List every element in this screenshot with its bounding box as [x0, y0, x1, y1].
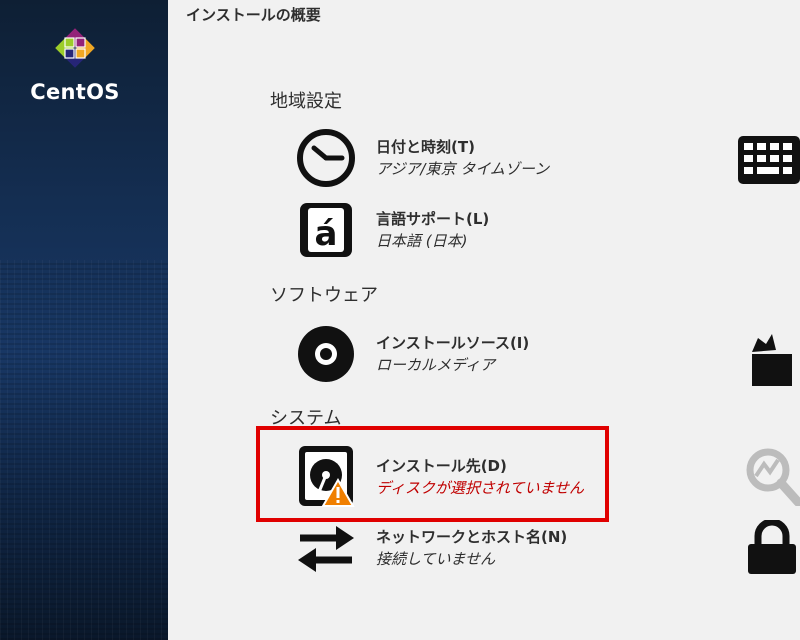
sidebar-background-pattern: [0, 260, 168, 640]
spoke-title: ネットワークとホスト名(N): [376, 528, 568, 546]
spoke-title: インストール先(D): [376, 457, 507, 475]
svg-text:á: á: [315, 214, 338, 254]
lock-icon[interactable]: [746, 518, 798, 580]
spoke-status: 日本語 (日本): [376, 232, 468, 250]
keyboard-icon[interactable]: [738, 136, 800, 190]
logo-text: CentOS: [30, 80, 120, 104]
network-arrows-icon: [292, 517, 360, 579]
hard-drive-icon: [292, 446, 360, 508]
sidebar: CentOS: [0, 0, 168, 640]
section-header-software: ソフトウェア: [270, 285, 378, 306]
disc-icon: [292, 323, 360, 385]
spoke-installation-source[interactable]: インストールソース(I) ローカルメディア: [292, 323, 612, 385]
spoke-language-support[interactable]: á 言語サポート(L) 日本語 (日本): [292, 199, 612, 261]
centos-logo: CentOS: [30, 24, 120, 104]
section-header-localization: 地域設定: [270, 91, 342, 112]
package-icon[interactable]: [748, 332, 800, 392]
spoke-title: インストールソース(I): [376, 334, 530, 352]
clock-icon: [292, 127, 360, 189]
language-icon: á: [292, 199, 360, 261]
spoke-installation-destination[interactable]: インストール先(D) ディスクが選択されていません: [292, 446, 612, 508]
spoke-status: ローカルメディア: [376, 356, 495, 374]
centos-logo-icon: [55, 28, 95, 68]
spoke-status-warning: ディスクが選択されていません: [376, 479, 585, 497]
search-icon[interactable]: [744, 446, 800, 510]
spoke-status: 接続していません: [376, 550, 496, 568]
spoke-network-hostname[interactable]: ネットワークとホスト名(N) 接続していません: [292, 517, 612, 579]
section-header-system: システム: [270, 408, 342, 429]
page-title: インストールの概要: [186, 6, 321, 24]
spoke-title: 言語サポート(L): [376, 210, 490, 228]
spoke-date-time[interactable]: 日付と時刻(T) アジア/東京 タイムゾーン: [292, 127, 612, 189]
spoke-title: 日付と時刻(T): [376, 138, 475, 156]
spoke-status: アジア/東京 タイムゾーン: [376, 160, 550, 178]
